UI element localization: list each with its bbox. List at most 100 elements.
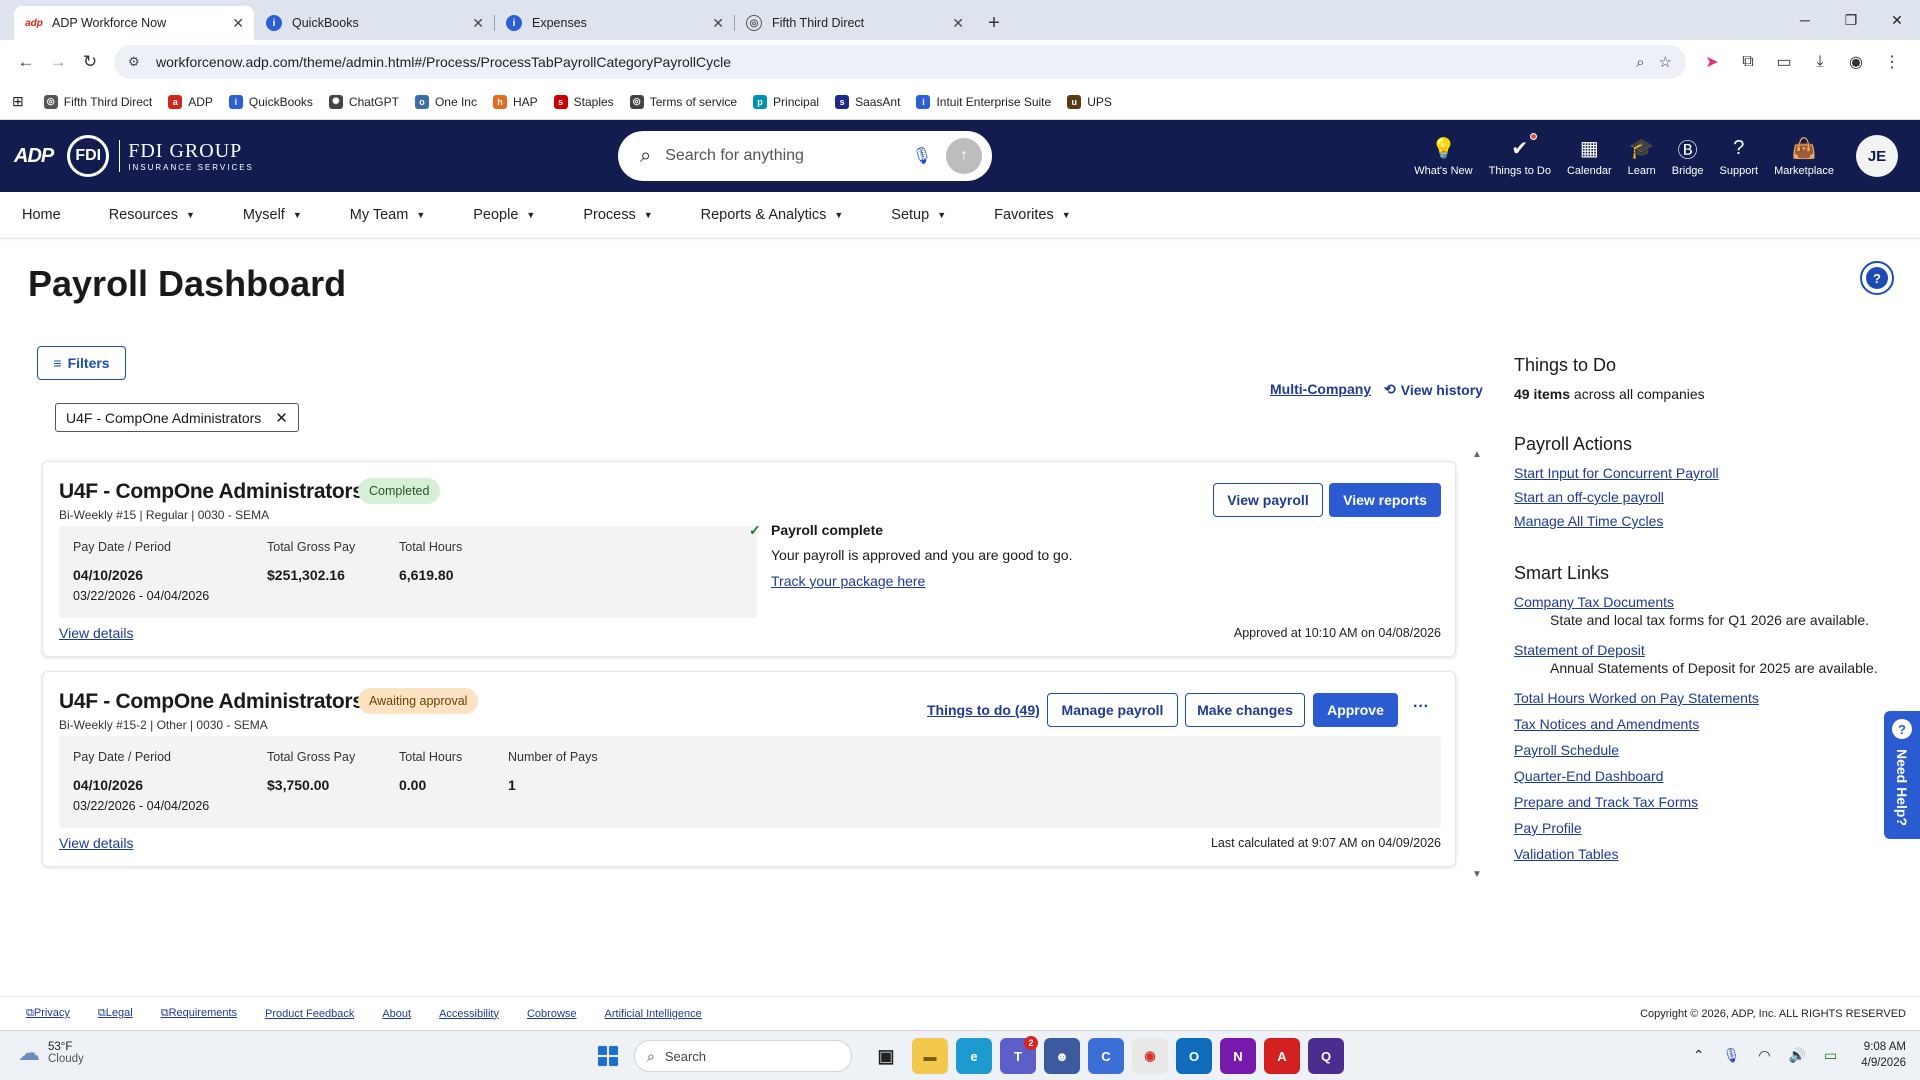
onenote-icon[interactable]: N <box>1220 1038 1256 1074</box>
close-window-icon[interactable]: ✕ <box>1874 0 1920 40</box>
avatar[interactable]: JE <box>1856 135 1898 177</box>
make-changes-button[interactable]: Make changes <box>1185 693 1305 727</box>
menu-people[interactable]: People ▼ <box>473 207 535 223</box>
zoom-icon[interactable]: ⌕ <box>1636 54 1644 71</box>
adp-logo[interactable]: ADP <box>14 145 54 168</box>
bookmark-hap[interactable]: h HAP <box>492 94 538 109</box>
tab-expenses[interactable]: i Expenses ✕ <box>494 6 735 40</box>
menu-favorites[interactable]: Favorites ▼ <box>994 207 1071 223</box>
restore-icon[interactable]: ❐ <box>1828 0 1874 40</box>
close-icon[interactable]: ✕ <box>232 15 244 32</box>
footer-ai-link[interactable]: Artificial Intelligence <box>605 1008 702 1020</box>
view-details-link[interactable]: View details <box>59 625 133 641</box>
apps-grid-icon[interactable]: ⊞ <box>12 93 24 110</box>
more-options-icon[interactable]: ··· <box>1413 698 1429 716</box>
start-off-cycle-payroll-link[interactable]: Start an off-cycle payroll <box>1514 489 1894 505</box>
global-search[interactable]: ⌕ Search for anything 🎙 ↑ <box>618 131 992 181</box>
url-text[interactable]: workforcenow.adp.com/theme/admin.html#/P… <box>156 54 1622 70</box>
filters-button[interactable]: ≡ Filters <box>37 346 126 380</box>
bookmark-intuit[interactable]: i Intuit Enterprise Suite <box>916 94 1051 109</box>
windows-start-icon[interactable] <box>590 1038 626 1074</box>
bookmark-ups[interactable]: u UPS <box>1067 94 1112 109</box>
scroll-up-arrow[interactable]: ▲ <box>1472 449 1482 460</box>
footer-privacy-link[interactable]: ⧉Privacy <box>26 1007 70 1020</box>
footer-cobrowse-link[interactable]: Cobrowse <box>527 1008 577 1020</box>
site-info-icon[interactable]: ⚙ <box>128 54 146 70</box>
battery-icon[interactable]: ▭ <box>1824 1047 1837 1064</box>
menu-setup[interactable]: Setup ▼ <box>891 207 946 223</box>
smart-link-payroll-schedule[interactable]: Payroll Schedule <box>1514 742 1894 758</box>
nav-things-to-do[interactable]: ✔ Things to Do <box>1489 133 1551 177</box>
footer-about-link[interactable]: About <box>382 1008 411 1020</box>
tab-quickbooks[interactable]: i QuickBooks ✕ <box>254 6 495 40</box>
system-clock[interactable]: 9:08 AM 4/9/2026 <box>1861 1039 1906 1071</box>
bookmark-saasant[interactable]: s SaasAnt <box>835 94 900 109</box>
menu-process[interactable]: Process ▼ <box>583 207 652 223</box>
smart-link-tax-notices[interactable]: Tax Notices and Amendments <box>1514 716 1894 732</box>
menu-home[interactable]: Home <box>22 207 61 223</box>
bookmark-star-icon[interactable]: ☆ <box>1659 53 1672 71</box>
view-reports-button[interactable]: View reports <box>1329 483 1441 517</box>
footer-accessibility-link[interactable]: Accessibility <box>439 1008 499 1020</box>
acrobat-icon[interactable]: A <box>1264 1038 1300 1074</box>
puzzle-icon[interactable]: ⧉ <box>1730 46 1766 78</box>
close-icon[interactable]: ✕ <box>472 15 484 32</box>
extension-icon[interactable]: ➤ <box>1694 46 1730 78</box>
people-app-icon[interactable]: ☻ <box>1044 1038 1080 1074</box>
bookmark-fifth-third[interactable]: ◎ Fifth Third Direct <box>43 94 152 109</box>
footer-requirements-link[interactable]: ⧉Requirements <box>161 1007 237 1020</box>
bookmark-staples[interactable]: s Staples <box>553 94 614 109</box>
new-tab-button[interactable]: + <box>980 9 1008 37</box>
microphone-icon[interactable]: 🎙 <box>1723 1047 1741 1064</box>
view-details-link[interactable]: View details <box>59 835 133 851</box>
screen-tool-icon[interactable]: Q <box>1308 1038 1344 1074</box>
cast-icon[interactable]: ▭ <box>1766 46 1802 78</box>
nav-bridge[interactable]: Ⓑ Bridge <box>1672 135 1704 178</box>
volume-icon[interactable]: 🔊 <box>1789 1047 1806 1064</box>
multi-company-link[interactable]: Multi-Company <box>1270 381 1371 397</box>
forward-icon[interactable]: → <box>42 46 74 78</box>
bookmark-one-inc[interactable]: o One Inc <box>414 94 477 109</box>
nav-support[interactable]: ? Support <box>1720 135 1759 178</box>
smart-link-company-tax-documents[interactable]: Company Tax Documents <box>1514 594 1894 610</box>
download-icon[interactable]: ⤓ <box>1802 46 1838 78</box>
more-menu-icon[interactable]: ⋮ <box>1874 46 1910 78</box>
nav-whats-new[interactable]: 💡 What's New <box>1414 135 1472 178</box>
sync-app-icon[interactable]: C <box>1088 1038 1124 1074</box>
footer-product-feedback-link[interactable]: Product Feedback <box>265 1008 354 1020</box>
track-package-link[interactable]: Track your package here <box>771 573 1072 589</box>
close-icon[interactable]: ✕ <box>275 409 288 427</box>
chrome-browser-icon[interactable]: ◉ <box>1132 1038 1168 1074</box>
need-help-tab[interactable]: ? Need Help? <box>1884 711 1920 839</box>
bookmark-principal[interactable]: p Principal <box>753 94 819 109</box>
back-icon[interactable]: ← <box>10 46 42 78</box>
teams-icon[interactable]: T2 <box>1000 1036 1038 1074</box>
close-icon[interactable]: ✕ <box>712 15 724 32</box>
close-icon[interactable]: ✕ <box>952 15 964 32</box>
menu-my-team[interactable]: My Team ▼ <box>350 207 425 223</box>
tab-fifth-third-direct[interactable]: ◎ Fifth Third Direct ✕ <box>734 6 974 40</box>
tab-adp-workforce-now[interactable]: adp ADP Workforce Now ✕ <box>14 6 254 40</box>
smart-link-validation-tables[interactable]: Validation Tables <box>1514 846 1894 862</box>
bookmark-adp[interactable]: a ADP <box>168 94 213 109</box>
view-payroll-button[interactable]: View payroll <box>1213 483 1323 517</box>
search-input[interactable]: Search for anything <box>665 147 911 165</box>
smart-link-tax-forms[interactable]: Prepare and Track Tax Forms <box>1514 794 1894 810</box>
wifi-icon[interactable]: ◠ <box>1758 1047 1770 1064</box>
menu-resources[interactable]: Resources ▼ <box>109 207 195 223</box>
weather-widget[interactable]: ☁ 53°F Cloudy <box>18 1040 84 1066</box>
minimize-icon[interactable]: ─ <box>1782 0 1828 40</box>
address-bar[interactable]: ⚙ workforcenow.adp.com/theme/admin.html#… <box>114 45 1686 79</box>
submit-search-button[interactable]: ↑ <box>946 138 982 174</box>
nav-marketplace[interactable]: 👜 Marketplace <box>1774 135 1834 178</box>
start-concurrent-payroll-link[interactable]: Start Input for Concurrent Payroll <box>1514 465 1894 481</box>
manage-payroll-button[interactable]: Manage payroll <box>1047 693 1178 727</box>
page-help-button[interactable]: ? <box>1860 261 1894 295</box>
bookmark-terms[interactable]: ◎ Terms of service <box>629 94 737 109</box>
task-view-icon[interactable]: ▣ <box>868 1038 904 1074</box>
outlook-icon[interactable]: O <box>1176 1038 1212 1074</box>
nav-calendar[interactable]: ▦ Calendar <box>1567 135 1612 178</box>
approve-button[interactable]: Approve <box>1313 693 1398 727</box>
smart-link-statement-of-deposit[interactable]: Statement of Deposit <box>1514 642 1894 658</box>
chevron-up-icon[interactable]: ⌃ <box>1693 1047 1705 1064</box>
